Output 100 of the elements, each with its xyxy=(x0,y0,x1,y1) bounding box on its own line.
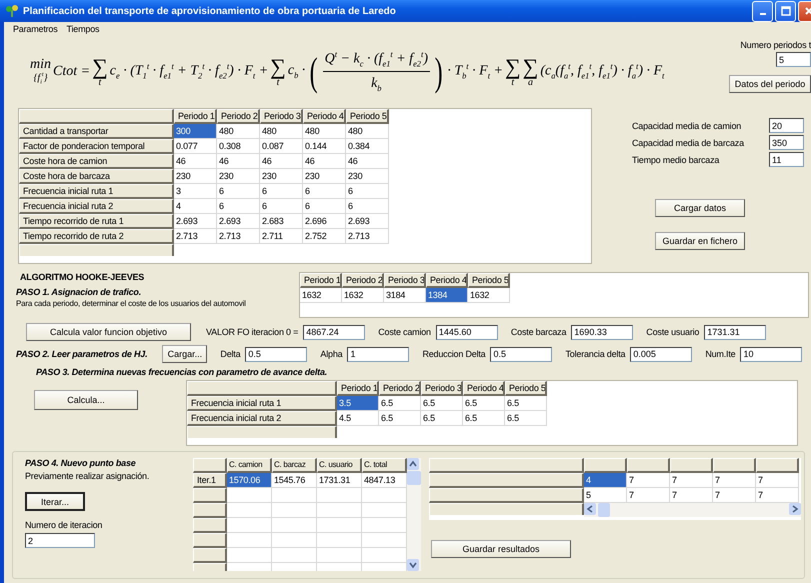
input-field[interactable]: 0.5 xyxy=(490,346,552,362)
table-cell[interactable]: 1632 xyxy=(468,288,510,303)
table-cell[interactable]: 6 xyxy=(217,184,260,199)
input-field[interactable]: 0.5 xyxy=(245,346,308,362)
table-cell[interactable]: 230 xyxy=(217,169,260,184)
table-cell[interactable]: 2.713 xyxy=(346,229,389,244)
table-cell[interactable] xyxy=(362,503,407,518)
table-cell[interactable]: 230 xyxy=(260,169,303,184)
table-cell[interactable]: 1570.06 xyxy=(227,473,272,488)
table-cell[interactable]: 6 xyxy=(346,184,389,199)
table-cell[interactable]: 480 xyxy=(303,124,346,139)
table-cell[interactable] xyxy=(317,518,362,533)
vertical-scrollbar[interactable] xyxy=(407,458,421,571)
table-cell[interactable]: 0.077 xyxy=(174,139,217,154)
table-cell[interactable]: 480 xyxy=(346,124,389,139)
table-cell[interactable]: 2.683 xyxy=(260,214,303,229)
table-cell[interactable]: 7 xyxy=(670,473,713,488)
save-results-button[interactable]: Guardar resultados xyxy=(431,540,571,558)
table-cell[interactable]: 480 xyxy=(260,124,303,139)
table-cell[interactable]: 0.384 xyxy=(346,139,389,154)
table-cell[interactable]: 4 xyxy=(584,473,627,488)
table-cell[interactable]: 6.5 xyxy=(379,396,421,411)
table-cell[interactable]: 0.087 xyxy=(260,139,303,154)
table-cell[interactable] xyxy=(227,518,272,533)
table-cell[interactable]: 6 xyxy=(260,199,303,214)
table-cell[interactable]: 6.5 xyxy=(463,396,505,411)
input-field[interactable]: 11 xyxy=(769,152,804,167)
table-cell[interactable]: 5 xyxy=(584,488,627,503)
table-cell[interactable]: 2.752 xyxy=(303,229,346,244)
table-cell[interactable]: 6.5 xyxy=(505,396,547,411)
table-cell[interactable] xyxy=(362,548,407,563)
maximize-button[interactable] xyxy=(775,0,796,22)
minimize-button[interactable] xyxy=(752,0,773,22)
table-cell[interactable]: 2.696 xyxy=(303,214,346,229)
table-cell[interactable]: 1384 xyxy=(426,288,468,303)
table-cell[interactable]: 2.711 xyxy=(260,229,303,244)
table-cell[interactable] xyxy=(362,533,407,548)
table-cell[interactable]: 7 xyxy=(713,488,756,503)
table-cell[interactable]: 6.5 xyxy=(379,411,421,426)
table-cell[interactable]: 2.693 xyxy=(346,214,389,229)
table-cell[interactable]: 7 xyxy=(627,473,670,488)
table-cell[interactable]: 300 xyxy=(174,124,217,139)
table-cell[interactable] xyxy=(317,533,362,548)
table-cell[interactable]: 46 xyxy=(303,154,346,169)
input-field[interactable]: 350 xyxy=(769,135,804,150)
action-button[interactable]: Cargar datos xyxy=(655,199,745,217)
table-cell[interactable]: 2.713 xyxy=(174,229,217,244)
scroll-thumb[interactable] xyxy=(407,471,421,485)
table-cell[interactable]: 46 xyxy=(346,154,389,169)
input-field[interactable]: 1445.60 xyxy=(436,324,498,340)
calculate-button[interactable]: Calcula... xyxy=(34,390,138,410)
table-cell[interactable]: 1632 xyxy=(300,288,342,303)
table-cell[interactable]: 1731.31 xyxy=(317,473,362,488)
table-cell[interactable] xyxy=(227,503,272,518)
table-cell[interactable]: 230 xyxy=(174,169,217,184)
calculate-objective-button[interactable]: Calcula valor funcion objetivo xyxy=(26,323,191,341)
table-cell[interactable]: 4.5 xyxy=(337,411,379,426)
table-cell[interactable]: 230 xyxy=(346,169,389,184)
table-cell[interactable]: 3 xyxy=(174,184,217,199)
table-cell[interactable]: 6 xyxy=(260,184,303,199)
horizontal-scrollbar[interactable] xyxy=(584,503,801,517)
table-cell[interactable]: 6 xyxy=(346,199,389,214)
input-field[interactable]: 1731.31 xyxy=(704,324,766,340)
table-cell[interactable] xyxy=(272,503,317,518)
input-field[interactable]: 5 xyxy=(776,52,811,67)
table-cell[interactable]: 3184 xyxy=(384,288,426,303)
table-cell[interactable] xyxy=(227,488,272,503)
input-field[interactable]: 1690.33 xyxy=(571,324,634,340)
table-cell[interactable]: 6 xyxy=(303,199,346,214)
input-field[interactable]: 2 xyxy=(25,533,95,548)
table-cell[interactable] xyxy=(272,548,317,563)
table-cell[interactable]: 2.713 xyxy=(217,229,260,244)
table-cell[interactable]: 6 xyxy=(303,184,346,199)
table-cell[interactable]: 6.5 xyxy=(421,396,463,411)
input-field[interactable]: 20 xyxy=(769,118,804,133)
table-cell[interactable] xyxy=(227,533,272,548)
scroll-thumb[interactable] xyxy=(598,503,610,517)
table-cell[interactable]: 0.144 xyxy=(303,139,346,154)
table-cell[interactable]: 46 xyxy=(260,154,303,169)
period-data-button[interactable]: Datos del periodo xyxy=(729,75,811,93)
table-cell[interactable]: 1632 xyxy=(342,288,384,303)
table-cell[interactable]: 6.5 xyxy=(421,411,463,426)
table-cell[interactable]: 480 xyxy=(217,124,260,139)
table-cell[interactable] xyxy=(227,548,272,563)
table-cell[interactable] xyxy=(362,518,407,533)
input-field[interactable]: 0.005 xyxy=(630,346,692,362)
table-cell[interactable]: 6 xyxy=(217,199,260,214)
table-cell[interactable]: 6.5 xyxy=(463,411,505,426)
table-cell[interactable]: 7 xyxy=(670,488,713,503)
table-cell[interactable]: 3.5 xyxy=(337,396,379,411)
input-field[interactable]: 1 xyxy=(347,346,410,362)
table-cell[interactable] xyxy=(317,548,362,563)
action-button[interactable]: Guardar en fichero xyxy=(655,232,745,250)
table-cell[interactable]: 7 xyxy=(627,488,670,503)
input-field[interactable]: 4867.24 xyxy=(303,324,366,340)
table-cell[interactable]: 7 xyxy=(756,488,799,503)
table-cell[interactable] xyxy=(362,488,407,503)
table-cell[interactable]: 7 xyxy=(713,473,756,488)
table-cell[interactable]: 4 xyxy=(174,199,217,214)
table-cell[interactable] xyxy=(272,533,317,548)
